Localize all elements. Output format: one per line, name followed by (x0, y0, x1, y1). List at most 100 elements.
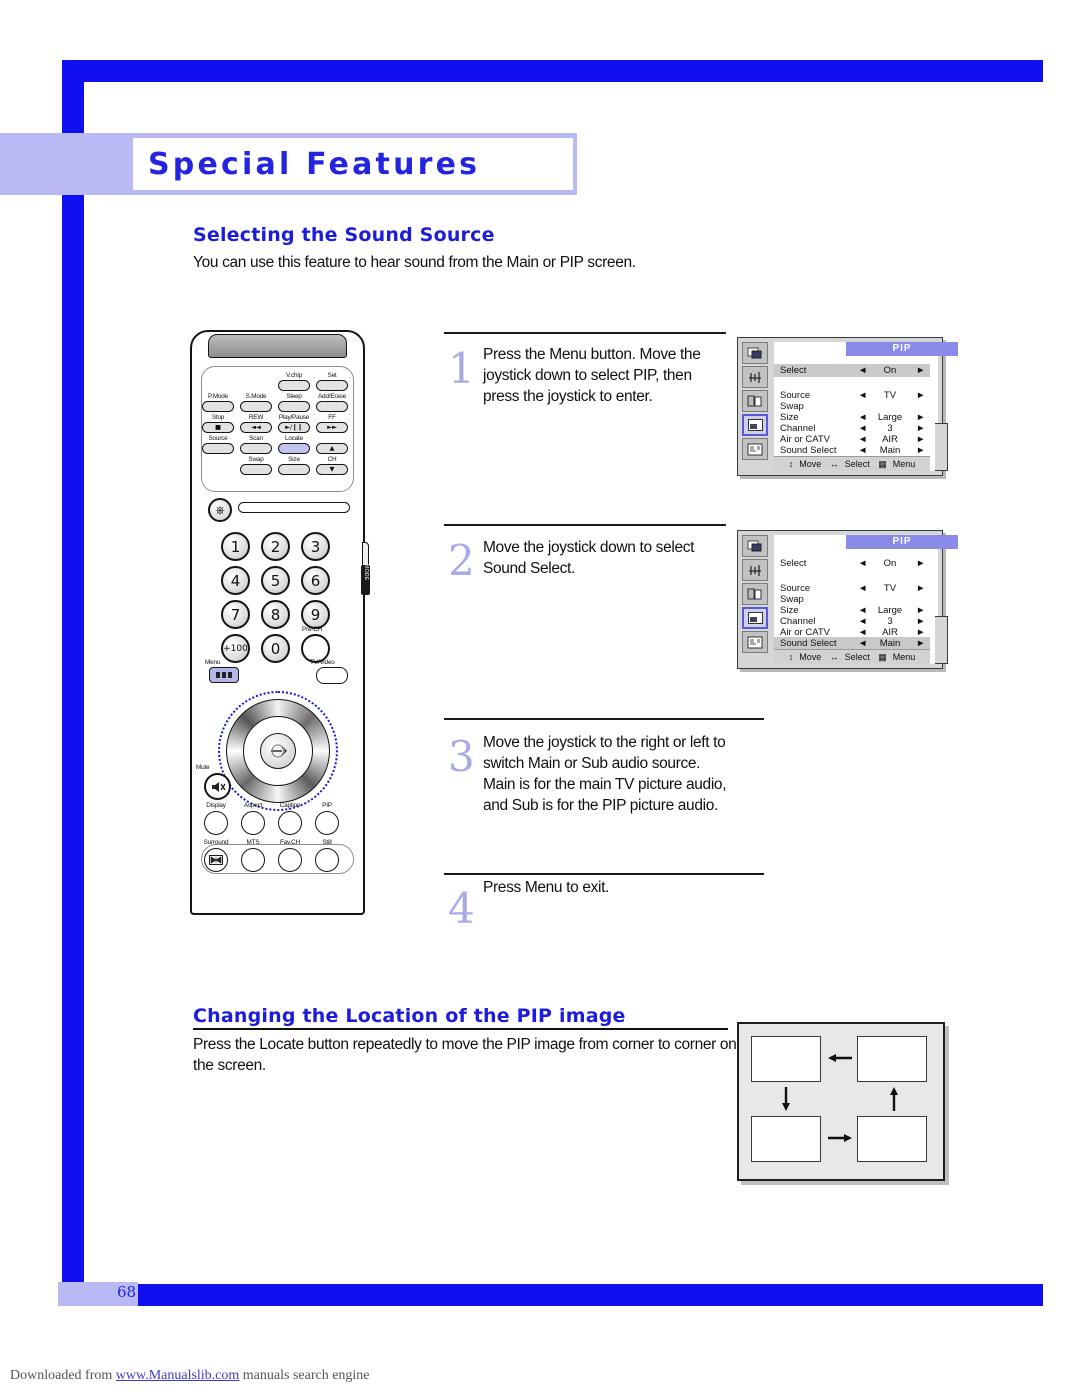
remote-button-sleep[interactable] (278, 401, 310, 412)
footer-attribution: Downloaded from www.Manualslib.com manua… (10, 1368, 370, 1384)
section-heading-pip-location: Changing the Location of the PIP image (193, 1005, 626, 1027)
section-heading-sound-source: Selecting the Sound Source (193, 224, 495, 246)
remote-joystick-enter-button[interactable] (260, 733, 296, 769)
osd-right-arrow-icon[interactable]: ► (916, 557, 925, 570)
menu-bars-icon (216, 672, 232, 678)
remote-label-set: Set (327, 372, 337, 379)
osd-left-arrow-icon[interactable]: ◄ (858, 364, 867, 377)
remote-button-still[interactable] (315, 848, 339, 872)
remote-power-button[interactable]: ⎈ (208, 498, 232, 522)
osd-icon-setup[interactable] (742, 631, 768, 653)
osd-pip-menu-2: PIP Select ◄ On ► Source ◄ TV ► Swap Siz… (737, 530, 958, 669)
surround-icon (209, 855, 223, 865)
remote-button-aspect[interactable] (241, 811, 265, 835)
arrow-up-icon (887, 1086, 901, 1117)
rewind-icon: ◄◄ (251, 423, 261, 431)
remote-key-1[interactable]: 1 (221, 532, 250, 561)
remote-button-ch-down[interactable]: ▼ (316, 464, 348, 475)
remote-button-mute[interactable] (204, 773, 231, 800)
remote-button-source[interactable] (202, 443, 234, 454)
remote-label-adderase: Add/Erase (317, 393, 347, 400)
osd-icon-picture[interactable] (742, 535, 768, 557)
remote-key-5[interactable]: 5 (261, 566, 290, 595)
osd-icon-channel[interactable] (742, 390, 768, 412)
remote-label-ff: FF (328, 414, 336, 421)
remote-label-mts: MTS (246, 839, 260, 846)
remote-key-9[interactable]: 9 (301, 600, 330, 629)
remote-key-2[interactable]: 2 (261, 532, 290, 561)
remote-label-vchip: V.chip (286, 372, 302, 379)
osd-icon-picture[interactable] (742, 342, 768, 364)
remote-button-ff[interactable]: ►► (316, 422, 348, 433)
osd-icon-sound[interactable] (742, 559, 768, 581)
remote-label-rew: REW (248, 414, 264, 421)
osd-row-select[interactable]: Select ◄ On ► (774, 364, 930, 377)
mute-icon (211, 781, 226, 792)
remote-button-surround[interactable] (204, 848, 228, 872)
osd-left-arrow-icon[interactable]: ◄ (858, 557, 867, 570)
section-intro-sound-source: You can use this feature to hear sound f… (193, 254, 636, 271)
remote-key-0[interactable]: 0 (261, 634, 290, 663)
remote-label-sleep: Sleep (286, 393, 302, 400)
remote-button-display[interactable] (204, 811, 228, 835)
remote-key-3[interactable]: 3 (301, 532, 330, 561)
menu-icon: ▦ (878, 652, 887, 662)
remote-key-6[interactable]: 6 (301, 566, 330, 595)
osd-icon-pip[interactable] (742, 607, 768, 629)
footer-suffix: manuals search engine (239, 1368, 370, 1383)
step-number-2: 2 (448, 536, 475, 585)
remote-button-menu[interactable] (209, 667, 239, 683)
remote-button-vchip[interactable] (278, 380, 310, 391)
step-text-2: Move the joystick down to select Sound S… (483, 539, 695, 577)
osd-title-2: PIP (846, 535, 958, 549)
remote-label-smode: S.Mode (245, 393, 267, 400)
osd-icon-channel[interactable] (742, 583, 768, 605)
osd-row-select[interactable]: Select ◄ On ► (774, 557, 930, 570)
remote-label-playpause: Play/Pause (278, 414, 310, 421)
remote-key-7[interactable]: 7 (221, 600, 250, 629)
osd-row-value: On (883, 558, 897, 569)
remote-button-rew[interactable]: ◄◄ (240, 422, 272, 433)
osd-footer-1: ↕ Move ↔ Select ▦ Menu (774, 456, 930, 471)
remote-button-set[interactable] (316, 380, 348, 391)
osd-icon-sound[interactable] (742, 366, 768, 388)
power-icon: ⎈ (215, 503, 225, 517)
remote-button-mts[interactable] (241, 848, 265, 872)
remote-key-4[interactable]: 4 (221, 566, 250, 595)
footer-link[interactable]: www.Manualslib.com (116, 1368, 240, 1383)
chevron-down-icon: ▼ (329, 465, 335, 473)
remote-button-swap[interactable] (240, 464, 272, 475)
osd-icon-setup[interactable] (742, 438, 768, 460)
remote-button-scan[interactable] (240, 443, 272, 454)
osd-row-value: On (883, 365, 897, 376)
remote-button-smode[interactable] (240, 401, 272, 412)
remote-button-pip[interactable] (315, 811, 339, 835)
osd-icon-pip[interactable] (742, 414, 768, 436)
remote-button-caption[interactable] (278, 811, 302, 835)
play-pause-icon: ►/❙❙ (285, 423, 303, 431)
osd-row-label: Select (780, 558, 807, 569)
pip-box-bottom-left (751, 1116, 821, 1162)
remote-label-source: Source (208, 435, 228, 442)
move-updown-icon: ↕ (788, 652, 794, 662)
remote-button-locate[interactable] (278, 443, 310, 454)
step-text-3: Move the joystick to the right or left t… (483, 734, 727, 814)
remote-button-size[interactable] (278, 464, 310, 475)
remote-button-ch-up[interactable]: ▲ (316, 443, 348, 454)
remote-label-display: Display (206, 802, 226, 809)
remote-button-playpause[interactable]: ►/❙❙ (278, 422, 310, 433)
remote-label-menu: Menu (205, 659, 221, 666)
remote-label-stop: Stop (211, 414, 225, 421)
remote-button-tvvideo[interactable] (316, 667, 348, 684)
remote-button-stop[interactable]: ■ (202, 422, 234, 433)
osd-right-arrow-icon[interactable]: ► (916, 364, 925, 377)
remote-key-8[interactable]: 8 (261, 600, 290, 629)
remote-top-strip (238, 502, 350, 513)
pip-box-bottom-right (857, 1116, 927, 1162)
remote-button-favch[interactable] (278, 848, 302, 872)
osd-icon-column-2 (742, 535, 770, 655)
remote-button-adderase[interactable] (316, 401, 348, 412)
osd-title-1: PIP (846, 342, 958, 356)
remote-button-pmode[interactable] (202, 401, 234, 412)
osd-row-label: Select (780, 365, 807, 376)
